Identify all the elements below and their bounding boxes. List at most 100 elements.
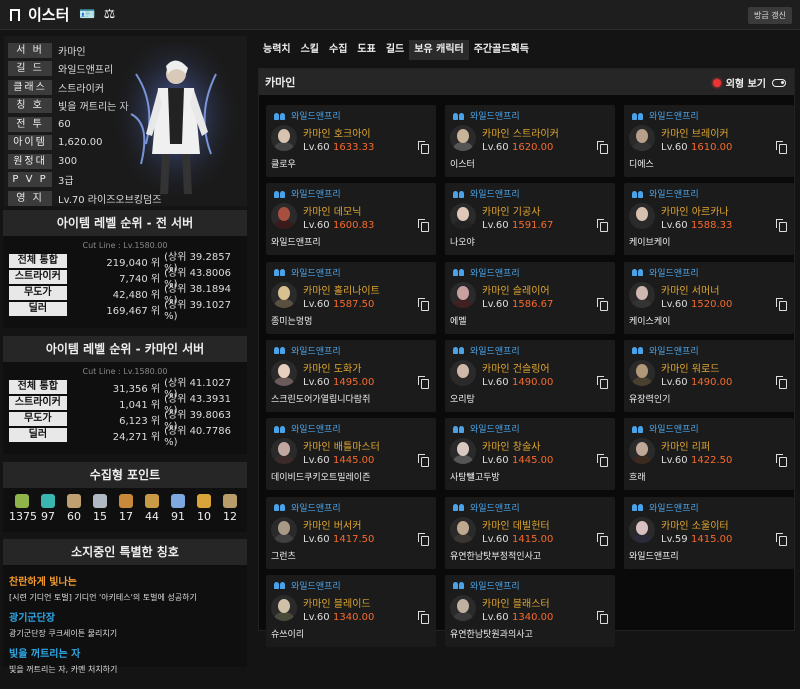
character-card[interactable]: 와일드앤프리 카마인 워로드 Lv.60 1490.00 유장력인기 bbox=[624, 339, 794, 412]
character-card[interactable]: 와일드앤프리 카마인 호크아이 Lv.60 1633.33 클로우 bbox=[266, 105, 436, 177]
collect-item[interactable]: 60 bbox=[61, 494, 87, 523]
copy-icon[interactable] bbox=[418, 375, 429, 389]
bookmark-icon[interactable] bbox=[10, 8, 20, 21]
card-character-name: 유연한남탓원과의사고 bbox=[450, 629, 533, 640]
character-card[interactable]: 와일드앤프리 카마인 홀리나이트 Lv.60 1587.50 종미는멍멍 bbox=[266, 261, 436, 334]
character-card[interactable]: 와일드앤프리 카마인 배틀마스터 Lv.60 1445.00 데이비드쿠키오트밀레이즌 bbox=[266, 418, 436, 491]
card-level: Lv.60 bbox=[482, 142, 509, 153]
server-class: 카마인 홀리나이트 bbox=[303, 282, 380, 297]
copy-icon[interactable] bbox=[597, 532, 608, 546]
tab-6[interactable]: 주간골드획득 bbox=[468, 40, 534, 60]
guild-row: 와일드앤프리 bbox=[274, 501, 341, 514]
character-card[interactable]: 와일드앤프리 카마인 데빌헌터 Lv.60 1415.00 유연한남탓부정적인사고 bbox=[445, 496, 615, 569]
titles-title: 소지중인 특별한 칭호 bbox=[3, 539, 247, 565]
character-card[interactable]: 와일드앤프리 카마인 기공사 Lv.60 1591.67 나오야 bbox=[445, 183, 615, 256]
card-character-name: 디에스 bbox=[629, 160, 654, 170]
card-class: 데모닉 bbox=[333, 207, 362, 219]
copy-icon[interactable] bbox=[776, 454, 787, 468]
server-class: 카마인 슬레이어 bbox=[482, 282, 550, 297]
card-level: Lv.60 bbox=[482, 298, 509, 310]
people-icon bbox=[274, 425, 286, 433]
profile-label: 아이템 bbox=[8, 135, 52, 150]
guild-name: 와일드앤프리 bbox=[291, 268, 341, 279]
character-card[interactable]: 와일드앤프리 카마인 리퍼 Lv.60 1422.50 흐래 bbox=[624, 418, 794, 491]
card-character-name: 케이브케이 bbox=[629, 238, 671, 249]
people-icon bbox=[274, 268, 286, 277]
server-class: 카마인 리퍼 bbox=[661, 438, 710, 453]
copy-icon[interactable] bbox=[418, 219, 429, 233]
copy-icon[interactable] bbox=[776, 297, 787, 311]
character-card[interactable]: 와일드앤프리 카마인 소울이터 Lv.59 1415.00 와일드앤프리 bbox=[624, 496, 794, 569]
card-class: 슬레이어 bbox=[512, 285, 550, 297]
card-item-level: 1445.00 bbox=[333, 455, 375, 467]
collect-item[interactable]: 1375 bbox=[9, 494, 37, 523]
character-card[interactable]: 와일드앤프리 카마인 블래스터 Lv.60 1340.00 유연한남탓원과의사고 bbox=[445, 574, 615, 647]
people-icon bbox=[274, 112, 286, 120]
copy-icon[interactable] bbox=[418, 454, 429, 468]
character-card[interactable]: 와일드앤프리 카마인 블레이드 Lv.60 1340.00 슈쓰이리 bbox=[266, 574, 436, 647]
collect-box: 수집형 포인트 1375 97 60 15 17 44 91 10 12 bbox=[3, 462, 247, 532]
tab-3[interactable]: 도표 bbox=[352, 40, 381, 60]
collect-value: 60 bbox=[67, 510, 81, 523]
server-class: 카마인 블래스터 bbox=[482, 595, 550, 610]
guild-row: 와일드앤프리 bbox=[453, 266, 520, 279]
copy-icon[interactable] bbox=[776, 532, 787, 546]
collect-item[interactable]: 12 bbox=[217, 494, 243, 523]
copy-icon[interactable] bbox=[776, 375, 787, 389]
ignea-token-icon bbox=[119, 494, 133, 508]
character-card[interactable]: 와일드앤프리 카마인 스트라이커 Lv.60 1620.00 이스터 bbox=[445, 105, 615, 177]
collect-item[interactable]: 17 bbox=[113, 494, 139, 523]
collect-item[interactable]: 97 bbox=[35, 494, 61, 523]
card-item-level: 1591.67 bbox=[512, 220, 554, 232]
character-card[interactable]: 와일드앤프리 카마인 브레이커 Lv.60 1610.00 디에스 bbox=[624, 105, 794, 177]
card-class: 홀리나이트 bbox=[333, 285, 380, 297]
collect-item[interactable]: 44 bbox=[139, 494, 165, 523]
copy-icon[interactable] bbox=[418, 297, 429, 311]
collect-item[interactable]: 15 bbox=[87, 494, 113, 523]
avatar bbox=[629, 281, 655, 308]
character-card[interactable]: 와일드앤프리 카마인 버서커 Lv.60 1417.50 그런츠 bbox=[266, 496, 436, 569]
copy-icon[interactable] bbox=[597, 219, 608, 233]
toggle-icon[interactable] bbox=[772, 78, 786, 87]
character-card[interactable]: 와일드앤프리 카마인 아르카나 Lv.60 1588.33 케이브케이 bbox=[624, 183, 794, 256]
tab-5[interactable]: 보유 캐릭터 bbox=[409, 40, 469, 60]
copy-icon[interactable] bbox=[597, 297, 608, 311]
character-card[interactable]: 와일드앤프리 카마인 서머너 Lv.60 1520.00 케이스케이 bbox=[624, 261, 794, 334]
card-class: 블레이드 bbox=[333, 598, 371, 610]
copy-icon[interactable] bbox=[776, 219, 787, 233]
character-name: 이스터 bbox=[28, 6, 70, 24]
character-card[interactable]: 와일드앤프리 카마인 데모닉 Lv.60 1600.83 와일드앤프리 bbox=[266, 183, 436, 256]
profile-label: 전 투 bbox=[8, 116, 52, 132]
people-icon bbox=[632, 425, 644, 433]
copy-icon[interactable] bbox=[418, 141, 429, 154]
profile-value: 300 bbox=[58, 155, 78, 167]
collect-item[interactable]: 91 bbox=[165, 494, 191, 523]
card-level: Lv.60 bbox=[482, 611, 509, 623]
collect-item[interactable]: 10 bbox=[191, 494, 217, 523]
rank-label: 무도가 bbox=[9, 286, 67, 300]
character-card[interactable]: 와일드앤프리 카마인 슬레이어 Lv.60 1586.67 에멜 bbox=[445, 261, 615, 334]
copy-icon[interactable] bbox=[418, 610, 429, 624]
id-card-icon[interactable]: 🪪 bbox=[79, 7, 95, 22]
character-card[interactable]: 와일드앤프리 카마인 건슬링어 Lv.60 1490.00 오리탕 bbox=[445, 339, 615, 412]
guild-row: 와일드앤프리 bbox=[632, 422, 699, 435]
copy-icon[interactable] bbox=[597, 610, 608, 624]
copy-icon[interactable] bbox=[776, 141, 787, 154]
copy-icon[interactable] bbox=[418, 532, 429, 546]
copy-icon[interactable] bbox=[597, 375, 608, 389]
tab-2[interactable]: 수집 bbox=[324, 40, 353, 60]
scale-icon[interactable]: ⚖ bbox=[104, 7, 116, 22]
card-server: 카마인 bbox=[661, 285, 689, 297]
character-card[interactable]: 와일드앤프리 카마인 도화가 Lv.60 1495.00 스크린도어가열립니다람쥐 bbox=[266, 339, 436, 412]
copy-icon[interactable] bbox=[597, 141, 608, 154]
card-character-name: 데이비드쿠키오트밀레이즌 bbox=[271, 473, 371, 484]
view-toggle[interactable]: 외형 보기 bbox=[712, 75, 786, 90]
update-button[interactable]: 방금 갱신 bbox=[748, 7, 792, 24]
character-card[interactable]: 와일드앤프리 카마인 창술사 Lv.60 1445.00 사탕뺄고두방 bbox=[445, 418, 615, 491]
tab-0[interactable]: 능력치 bbox=[258, 40, 296, 60]
rank-all-box: 아이템 레벨 순위 - 전 서버 Cut Line : Lv.1580.00 전… bbox=[3, 210, 247, 328]
tab-4[interactable]: 길드 bbox=[380, 40, 410, 60]
panel-header: 카마인 외형 보기 bbox=[259, 69, 794, 95]
copy-icon[interactable] bbox=[597, 454, 608, 468]
tab-1[interactable]: 스킬 bbox=[295, 40, 325, 60]
